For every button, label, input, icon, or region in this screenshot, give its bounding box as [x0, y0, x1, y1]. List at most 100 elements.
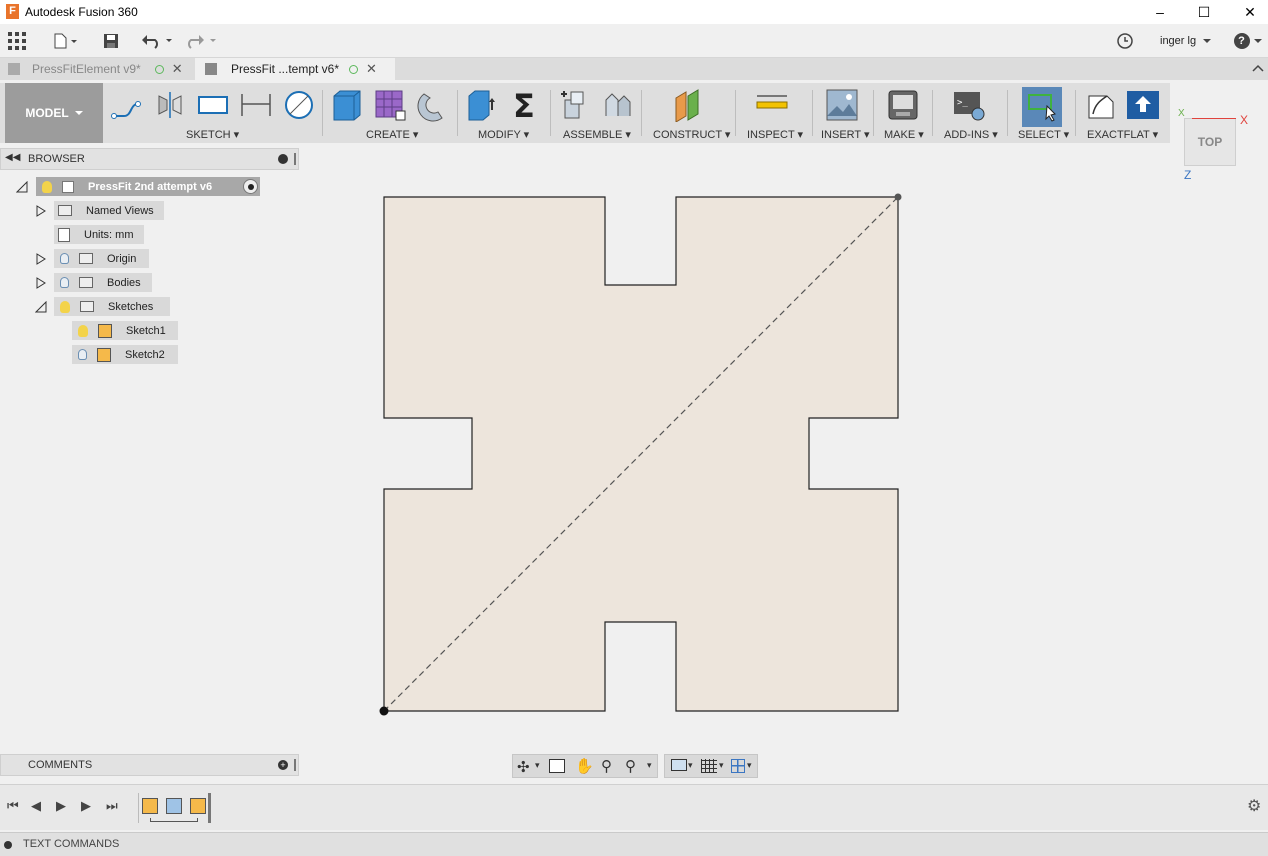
viewports-icon[interactable] [731, 759, 745, 773]
exactflat-upload-icon[interactable] [1126, 88, 1160, 122]
browser-item-named-views[interactable]: Named Views [54, 201, 164, 220]
play-icon[interactable]: ▶ [56, 798, 66, 814]
sketch-point-corner[interactable] [894, 193, 902, 201]
tab-pressfitelement[interactable]: PressFitElement v9* ✕ [0, 58, 195, 80]
browser-panel-header[interactable]: ◀◀ BROWSER [0, 148, 299, 170]
inspect-menu[interactable]: INSPECT ▾ [747, 128, 803, 141]
lightbulb-off-icon[interactable] [60, 253, 69, 264]
stop-sketch-icon[interactable] [153, 88, 187, 122]
text-commands-expand-icon[interactable] [4, 841, 12, 849]
press-pull-icon[interactable] [465, 88, 499, 122]
activate-radio-icon[interactable] [243, 179, 258, 194]
collapse-ribbon-icon[interactable] [1252, 62, 1264, 76]
browser-item-sketch1[interactable]: Sketch1 [72, 321, 178, 340]
lightbulb-off-icon[interactable] [60, 277, 69, 288]
select-menu[interactable]: SELECT ▾ [1018, 128, 1069, 141]
expand-triangle-icon[interactable] [35, 277, 47, 289]
compute-all-sigma-icon[interactable]: Σ [508, 88, 542, 122]
file-menu-icon[interactable] [50, 30, 80, 52]
browser-item-origin[interactable]: Origin [54, 249, 149, 268]
viewports-dropdown-icon[interactable]: ▾ [747, 760, 752, 771]
circle-icon[interactable] [282, 88, 316, 122]
save-icon[interactable] [100, 30, 122, 52]
extrude-icon[interactable] [330, 88, 364, 122]
sketch-dimension-icon[interactable] [239, 88, 273, 122]
comments-panel-header[interactable]: COMMENTS + [0, 754, 299, 776]
sketch-profile-drawing[interactable] [300, 143, 1268, 783]
scripts-addins-icon[interactable]: >_ [952, 88, 986, 122]
select-tool-icon[interactable] [1022, 87, 1062, 127]
timeline-marker-handle[interactable] [208, 793, 211, 823]
timeline-sketch2-icon[interactable] [190, 798, 206, 814]
attached-canvas-icon[interactable] [825, 88, 859, 122]
sketch-point-origin[interactable] [379, 706, 389, 716]
go-to-end-icon[interactable]: ⏭ [106, 798, 118, 814]
orbit-icon[interactable]: ✣ [517, 758, 530, 776]
expand-triangle-icon[interactable] [35, 253, 47, 265]
step-back-icon[interactable]: ◀ [31, 798, 41, 814]
orbit-dropdown-icon[interactable]: ▾ [535, 760, 540, 771]
lightbulb-icon[interactable] [60, 300, 70, 313]
zoom-dropdown-icon[interactable]: ▾ [647, 760, 652, 771]
redo-icon[interactable] [184, 30, 220, 52]
exactflat-panel-icon[interactable] [1083, 88, 1117, 122]
lightbulb-off-icon[interactable] [78, 349, 87, 360]
measure-icon[interactable] [755, 88, 789, 122]
timeline-extrude-icon[interactable] [166, 798, 182, 814]
collapse-browser-icon[interactable]: ◀◀ [5, 152, 20, 163]
3d-print-icon[interactable] [886, 88, 920, 122]
browser-item-bodies[interactable]: Bodies [54, 273, 152, 292]
add-comment-icon[interactable]: + [278, 760, 288, 770]
browser-item-units[interactable]: Units: mm [54, 225, 144, 244]
collapse-triangle-icon[interactable] [16, 181, 28, 193]
make-menu[interactable]: MAKE ▾ [884, 128, 924, 141]
text-commands-bar[interactable]: TEXT COMMANDS [0, 832, 1268, 856]
addins-menu[interactable]: ADD-INS ▾ [944, 128, 998, 141]
new-component-icon[interactable] [557, 88, 591, 122]
look-at-icon[interactable] [549, 759, 565, 773]
workspace-switcher[interactable]: MODEL [5, 83, 103, 143]
browser-root-node[interactable]: PressFit 2nd attempt v6 [36, 177, 260, 196]
lightbulb-icon[interactable] [78, 324, 88, 337]
modify-menu[interactable]: MODIFY ▾ [478, 128, 529, 141]
sketch-menu[interactable]: SKETCH ▾ [186, 128, 239, 141]
browser-pin-handle[interactable] [294, 153, 296, 165]
step-forward-icon[interactable]: ▶ [81, 798, 91, 814]
tab-close-icon[interactable]: ✕ [172, 61, 183, 77]
minimize-icon[interactable]: – [1137, 0, 1183, 24]
design-canvas[interactable] [300, 143, 1268, 783]
help-menu[interactable]: ? [1232, 30, 1264, 52]
assemble-menu[interactable]: ASSEMBLE ▾ [563, 128, 631, 141]
revolve-icon[interactable] [416, 88, 450, 122]
job-status-clock-icon[interactable] [1115, 30, 1135, 52]
timeline-settings-gear-icon[interactable]: ⚙ [1247, 796, 1261, 816]
user-menu[interactable]: inger lg [1160, 30, 1220, 52]
timeline-sketch1-icon[interactable] [142, 798, 158, 814]
data-panel-grid-icon[interactable] [6, 30, 28, 52]
browser-item-sketches[interactable]: Sketches [54, 297, 170, 316]
browser-minimize-icon[interactable] [278, 154, 288, 164]
form-icon[interactable] [373, 88, 407, 122]
create-sketch-icon[interactable] [110, 88, 144, 122]
zoom-icon[interactable]: ⚲ [601, 757, 612, 775]
grid-snaps-icon[interactable] [701, 759, 717, 773]
maximize-icon[interactable]: ☐ [1181, 0, 1227, 24]
joint-icon[interactable] [600, 88, 634, 122]
view-cube[interactable]: TOP [1184, 118, 1236, 166]
insert-menu[interactable]: INSERT ▾ [821, 128, 870, 141]
offset-plane-icon[interactable] [672, 88, 706, 122]
fit-zoom-window-icon[interactable]: ⚲ [625, 757, 636, 775]
collapse-triangle-icon[interactable] [35, 301, 47, 313]
exactflat-menu[interactable]: EXACTFLAT ▾ [1087, 128, 1158, 141]
tab-close-icon[interactable]: ✕ [366, 61, 377, 77]
pan-hand-icon[interactable]: ✋ [575, 757, 594, 775]
grid-dropdown-icon[interactable]: ▾ [719, 760, 724, 771]
create-menu[interactable]: CREATE ▾ [366, 128, 418, 141]
comments-pin-handle[interactable] [294, 759, 296, 771]
display-settings-icon[interactable] [671, 759, 687, 771]
lightbulb-icon[interactable] [42, 180, 52, 193]
tab-pressfit-attempt[interactable]: PressFit ...tempt v6* ✕ [195, 58, 395, 80]
expand-triangle-icon[interactable] [35, 205, 47, 217]
display-dropdown-icon[interactable]: ▾ [688, 760, 693, 771]
browser-item-sketch2[interactable]: Sketch2 [72, 345, 178, 364]
